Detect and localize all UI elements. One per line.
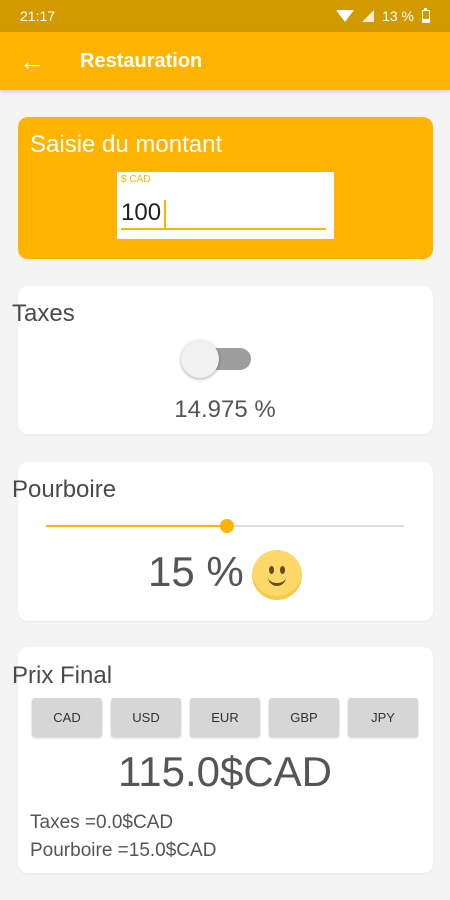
currency-button-eur[interactable]: EUR — [190, 698, 260, 737]
amount-field[interactable]: $ CAD — [117, 172, 334, 239]
battery-percent: 13 % — [382, 8, 414, 24]
taxes-toggle[interactable] — [181, 340, 253, 378]
tip-percent: 15 % — [148, 548, 244, 595]
currency-buttons: CAD USD EUR GBP JPY — [32, 698, 418, 737]
text-cursor — [164, 200, 166, 228]
wifi-icon — [336, 10, 355, 22]
smiley-eye-left — [269, 566, 274, 574]
battery-icon — [422, 7, 430, 23]
tax-rate: 14.975 % — [174, 396, 276, 423]
signal-icon — [362, 10, 375, 22]
tip-slider[interactable] — [46, 516, 404, 536]
currency-button-cad[interactable]: CAD — [32, 698, 102, 737]
amount-title: Saisie du montant — [30, 131, 223, 158]
smiley-eye-right — [280, 566, 285, 574]
slider-inactive-track — [227, 525, 404, 527]
amount-input[interactable] — [121, 198, 326, 230]
currency-button-jpy[interactable]: JPY — [348, 698, 418, 737]
arrow-left-icon: ← — [19, 45, 45, 76]
tip-breakdown: Pourboire =15.0$CAD — [30, 840, 217, 861]
status-icons: 13 % — [336, 7, 430, 24]
final-price: 115.0$CAD — [117, 748, 333, 795]
amount-field-label: $ CAD — [121, 174, 151, 185]
status-time: 21:17 — [20, 8, 56, 24]
smiley-mouth — [268, 576, 286, 586]
currency-button-gbp[interactable]: GBP — [269, 698, 339, 737]
final-title: Prix Final — [12, 662, 113, 689]
tip-title: Pourboire — [12, 476, 117, 503]
page-title: Restauration — [80, 49, 203, 72]
currency-button-usd[interactable]: USD — [111, 698, 181, 737]
status-bar: 21:17 13 % — [0, 0, 450, 32]
back-button[interactable]: ← — [0, 32, 60, 90]
slider-active-track — [46, 525, 227, 527]
toggle-thumb — [181, 340, 219, 378]
smiley-face-icon — [252, 550, 302, 600]
slider-thumb[interactable] — [220, 519, 234, 533]
taxes-breakdown: Taxes =0.0$CAD — [30, 812, 174, 833]
taxes-title: Taxes — [12, 300, 75, 327]
app-bar: ← Restauration — [0, 32, 450, 90]
